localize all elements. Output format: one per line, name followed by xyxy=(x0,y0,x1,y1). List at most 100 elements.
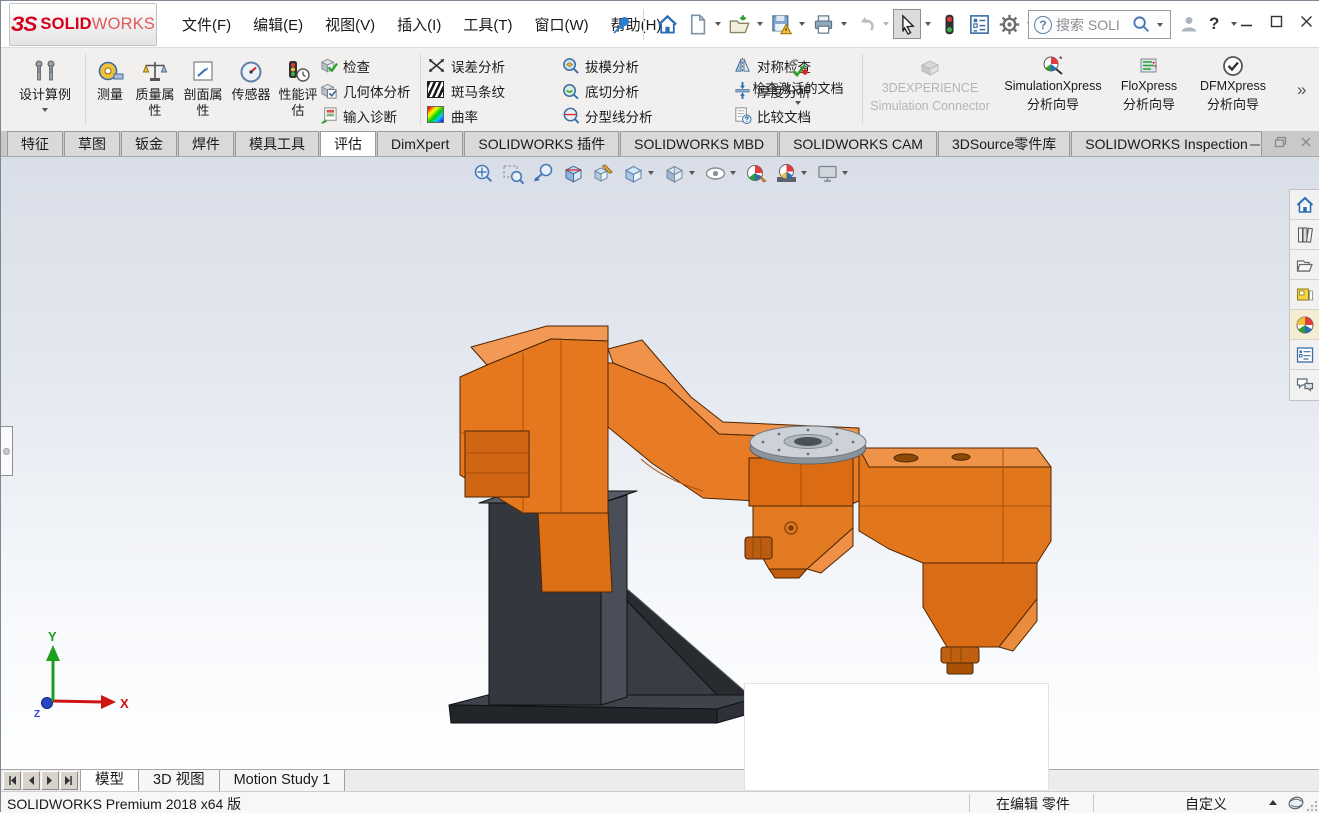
solidworks-logo[interactable]: ЗS SOLIDWORKS xyxy=(9,3,157,46)
print-dropdown[interactable] xyxy=(841,22,847,26)
save-dropdown[interactable] xyxy=(799,22,805,26)
menu-edit[interactable]: 编辑(E) xyxy=(244,9,312,40)
pin-menu-icon[interactable] xyxy=(611,14,633,36)
search-input[interactable]: 搜索 SOLI xyxy=(1056,15,1128,35)
tab-sketch[interactable]: 草图 xyxy=(64,131,120,156)
menu-file[interactable]: 文件(F) xyxy=(173,9,240,40)
tab-features[interactable]: 特征 xyxy=(7,131,63,156)
parting-line-analysis-button[interactable]: 分型线分析 xyxy=(561,103,733,128)
apply-scene-dropdown[interactable] xyxy=(801,171,807,175)
menu-window[interactable]: 窗口(W) xyxy=(525,9,597,40)
taskpane-home-button[interactable] xyxy=(1290,190,1319,220)
check-active-document-dropdown[interactable] xyxy=(795,101,801,105)
scroll-first-button[interactable] xyxy=(3,771,21,790)
ribbon-float-icon[interactable] xyxy=(1274,136,1287,148)
resize-grip[interactable] xyxy=(1306,800,1318,812)
display-style-button[interactable] xyxy=(663,162,697,185)
tab-inspection[interactable]: SOLIDWORKS Inspection xyxy=(1071,131,1262,156)
tab-weldments[interactable]: 焊件 xyxy=(178,131,234,156)
section-view-button[interactable] xyxy=(562,162,585,185)
close-button[interactable] xyxy=(1298,13,1314,29)
taskpane-forum-button[interactable] xyxy=(1290,370,1319,400)
edit-appearance-button[interactable] xyxy=(745,162,768,185)
taskpane-file-explorer-button[interactable] xyxy=(1290,250,1319,280)
ribbon-close-icon[interactable] xyxy=(1300,136,1312,148)
previous-view-button[interactable] xyxy=(532,162,555,185)
minimize-button[interactable] xyxy=(1238,13,1254,29)
new-document-dropdown[interactable] xyxy=(715,22,721,26)
tab-addins[interactable]: SOLIDWORKS 插件 xyxy=(464,131,619,156)
draft-analysis-button[interactable]: 拔模分析 xyxy=(561,53,733,78)
options-gear-button[interactable] xyxy=(995,9,1023,39)
hide-show-items-button[interactable] xyxy=(704,162,738,185)
properties-button[interactable] xyxy=(965,9,993,39)
scroll-last-button[interactable] xyxy=(60,771,78,790)
geometry-analysis-button[interactable]: 几何体分析 xyxy=(319,78,411,103)
scroll-left-button[interactable] xyxy=(22,771,40,790)
tab-mold-tools[interactable]: 模具工具 xyxy=(235,131,319,156)
help-dropdown[interactable] xyxy=(1231,22,1237,26)
search-box[interactable]: ? 搜索 SOLI xyxy=(1028,10,1171,39)
open-button[interactable] xyxy=(725,9,753,39)
custom-status-caret[interactable] xyxy=(1269,800,1277,805)
globe-icon[interactable] xyxy=(1287,794,1305,812)
new-document-button[interactable] xyxy=(683,9,711,39)
menu-tools[interactable]: 工具(T) xyxy=(454,9,521,40)
import-diagnostics-button[interactable]: 输入诊断 xyxy=(319,103,411,128)
graphics-viewport[interactable]: Y X Z xyxy=(1,157,1319,769)
rebuild-button[interactable] xyxy=(935,9,963,39)
taskpane-appearances-button[interactable] xyxy=(1290,310,1319,340)
menu-insert[interactable]: 插入(I) xyxy=(388,9,450,40)
ribbon-overflow-chevron[interactable]: » xyxy=(1297,80,1306,100)
tab-dimxpert[interactable]: DimXpert xyxy=(377,131,463,156)
save-button[interactable] xyxy=(767,9,795,39)
measure-button[interactable]: 测量 xyxy=(89,48,131,131)
apply-scene-button[interactable] xyxy=(775,162,809,185)
curvature-button[interactable]: 曲率 xyxy=(427,103,561,128)
undercut-analysis-button[interactable]: 底切分析 xyxy=(561,78,733,103)
view-orientation-button[interactable] xyxy=(622,162,656,185)
robot-model-3d[interactable]: Y X Z xyxy=(1,157,1319,769)
sensor-button[interactable]: 传感器 xyxy=(227,48,275,131)
select-tool-dropdown[interactable] xyxy=(925,22,931,26)
maximize-button[interactable] xyxy=(1268,13,1284,29)
check-button[interactable]: 检查 xyxy=(319,53,411,78)
annotation-view-button[interactable] xyxy=(592,162,615,185)
select-tool-button[interactable] xyxy=(893,9,921,39)
zoom-to-fit-button[interactable] xyxy=(472,162,495,185)
hide-show-items-dropdown[interactable] xyxy=(730,171,736,175)
design-study-dropdown[interactable] xyxy=(42,108,48,112)
doc-tab-motion-study[interactable]: Motion Study 1 xyxy=(220,770,346,791)
help-button[interactable]: ? xyxy=(1209,14,1219,34)
undo-dropdown[interactable] xyxy=(883,22,889,26)
check-active-document-button[interactable]: 检查激活的文档 xyxy=(738,48,858,131)
custom-status-selector[interactable]: 自定义 xyxy=(1151,794,1261,814)
tab-cam[interactable]: SOLIDWORKS CAM xyxy=(779,131,937,156)
scroll-right-button[interactable] xyxy=(41,771,59,790)
view-settings-button[interactable] xyxy=(816,162,850,185)
tab-evaluate[interactable]: 评估 xyxy=(320,131,376,156)
undo-button[interactable] xyxy=(851,9,879,39)
performance-evaluation-button[interactable]: 性能评估 xyxy=(275,48,321,131)
feature-pane-handle[interactable] xyxy=(1,426,13,476)
taskpane-custom-properties-button[interactable] xyxy=(1290,340,1319,370)
search-dropdown[interactable] xyxy=(1157,23,1163,27)
doc-tab-3d-views[interactable]: 3D 视图 xyxy=(139,770,220,791)
display-style-dropdown[interactable] xyxy=(689,171,695,175)
floxpress-button[interactable]: FloXpress 分析向导 xyxy=(1111,48,1187,131)
deviation-analysis-button[interactable]: 误差分析 xyxy=(427,53,561,78)
home-button[interactable] xyxy=(653,9,681,39)
tab-3dsource[interactable]: 3DSource零件库 xyxy=(938,131,1070,156)
view-settings-dropdown[interactable] xyxy=(842,171,848,175)
ribbon-minimize-icon[interactable] xyxy=(1249,136,1261,148)
search-icon[interactable] xyxy=(1132,15,1151,34)
menu-view[interactable]: 视图(V) xyxy=(316,9,384,40)
section-properties-button[interactable]: 剖面属性 xyxy=(179,48,227,131)
print-button[interactable] xyxy=(809,9,837,39)
zebra-stripes-button[interactable]: 斑马条纹 xyxy=(427,78,561,103)
doc-tab-model[interactable]: 模型 xyxy=(80,770,139,791)
taskpane-design-library-button[interactable] xyxy=(1290,220,1319,250)
open-dropdown[interactable] xyxy=(757,22,763,26)
zoom-to-area-button[interactable] xyxy=(502,162,525,185)
view-orientation-dropdown[interactable] xyxy=(648,171,654,175)
